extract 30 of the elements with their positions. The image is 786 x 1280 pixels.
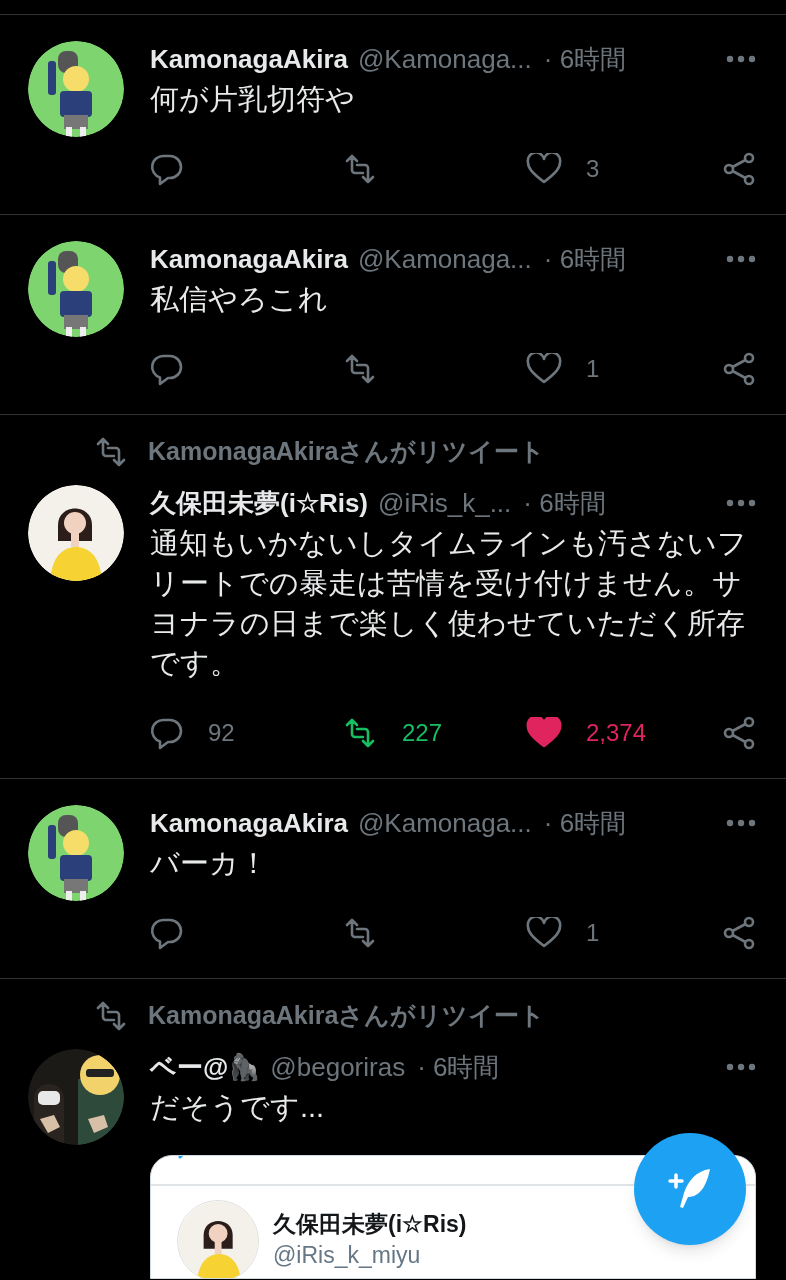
author-name: ベー@🦍 (150, 1050, 261, 1084)
author-handle: @iRis_k_... (378, 486, 512, 520)
author-name: KamonagaAkira (150, 806, 348, 840)
post-time: · 6時間 (543, 42, 627, 76)
author-name: 久保田未夢(i☆Ris) (150, 486, 368, 520)
action-count: 1 (586, 918, 600, 948)
author-handle: @begoriras (270, 1050, 406, 1084)
action-count: 2,374 (586, 718, 647, 748)
author-name: KamonagaAkira (150, 42, 348, 76)
author-handle: @Kamonaga... (357, 42, 532, 76)
post-time: · 6時間 (417, 1050, 500, 1084)
post-time: · 6時間 (543, 806, 627, 840)
retweeted-by-label: KamonagaAkiraさんがリツイート (148, 436, 546, 468)
action-count: 227 (402, 718, 443, 748)
retweeted-by-label: KamonagaAkiraさんがリツイート (148, 1000, 546, 1032)
post-time: · 6時間 (543, 242, 627, 276)
post-text: だそうです... (150, 1090, 326, 1125)
action-count: 92 (208, 718, 235, 748)
author-name: KamonagaAkira (150, 242, 348, 276)
author-name: 久保田未夢(i☆Ris) (273, 1210, 467, 1239)
post-text: 通知もいかないしタイムラインも汚さないフリートでの暴走は苦情を受け付けません。サヨナラの日まで楽しく使わせていただく所存です。 (150, 526, 748, 681)
author-handle: @Kamonaga... (357, 242, 532, 276)
action-count: 3 (586, 154, 600, 184)
post-text: バーカ！ (150, 846, 269, 881)
author-handle: @Kamonaga... (357, 806, 532, 840)
post-time: · 6時間 (523, 486, 606, 520)
action-count: 1 (586, 354, 600, 384)
author-handle: @iRis_k_miyu (273, 1241, 422, 1270)
post-text: 私信やろこれ (150, 282, 329, 317)
post-text: 何が片乳切符や (150, 82, 356, 117)
